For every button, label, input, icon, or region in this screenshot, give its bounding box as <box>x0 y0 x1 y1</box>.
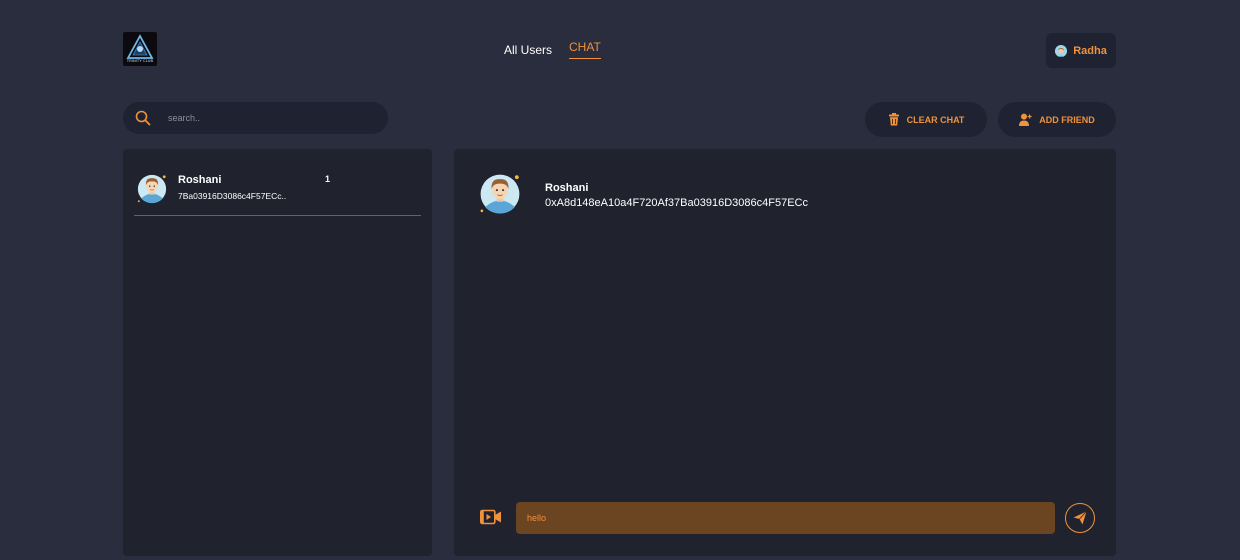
friend-list-item[interactable]: Roshani 7Ba03916D3086c4F57ECc.. 1 <box>134 170 421 216</box>
chat-avatar <box>478 172 522 221</box>
user-name: Radha <box>1073 44 1107 57</box>
logo-text: TRINITY CLUB <box>126 59 154 63</box>
user-avatar-icon <box>1055 45 1068 57</box>
add-friend-button[interactable]: ADD FRIEND <box>998 102 1116 137</box>
clear-chat-button[interactable]: CLEAR CHAT <box>865 102 987 137</box>
user-menu-button[interactable]: Radha <box>1046 33 1116 68</box>
chat-panel: Roshani 0xA8d148eA10a4F720Af37Ba03916D30… <box>454 149 1116 556</box>
nav-all-users[interactable]: All Users <box>504 43 552 57</box>
trash-icon <box>888 113 899 126</box>
add-friend-label: ADD FRIEND <box>1039 114 1095 125</box>
message-input[interactable] <box>516 502 1055 534</box>
app-logo: TRINITY CLUB <box>123 32 157 66</box>
nav-chat[interactable]: CHAT <box>569 40 601 59</box>
friend-name: Roshani <box>178 174 222 186</box>
send-button[interactable] <box>1065 503 1095 533</box>
search-input[interactable] <box>168 108 368 128</box>
clear-chat-label: CLEAR CHAT <box>906 114 965 125</box>
add-user-icon <box>1019 113 1032 126</box>
friend-avatar <box>136 173 168 210</box>
chat-contact-address: 0xA8d148eA10a4F720Af37Ba03916D3086c4F57E… <box>545 197 808 209</box>
video-attach-icon[interactable] <box>480 509 502 530</box>
friend-avatar-icon <box>137 174 167 204</box>
search-icon <box>135 110 151 131</box>
search-bar[interactable] <box>123 102 388 134</box>
friend-list-panel: Roshani 7Ba03916D3086c4F57ECc.. 1 <box>123 149 432 556</box>
chat-avatar-icon <box>480 174 520 214</box>
unread-badge: 1 <box>325 174 331 184</box>
send-icon <box>1073 511 1087 525</box>
chat-contact-name: Roshani <box>545 182 589 194</box>
user-avatar <box>1055 44 1068 57</box>
friend-address: 7Ba03916D3086c4F57ECc.. <box>178 191 287 201</box>
